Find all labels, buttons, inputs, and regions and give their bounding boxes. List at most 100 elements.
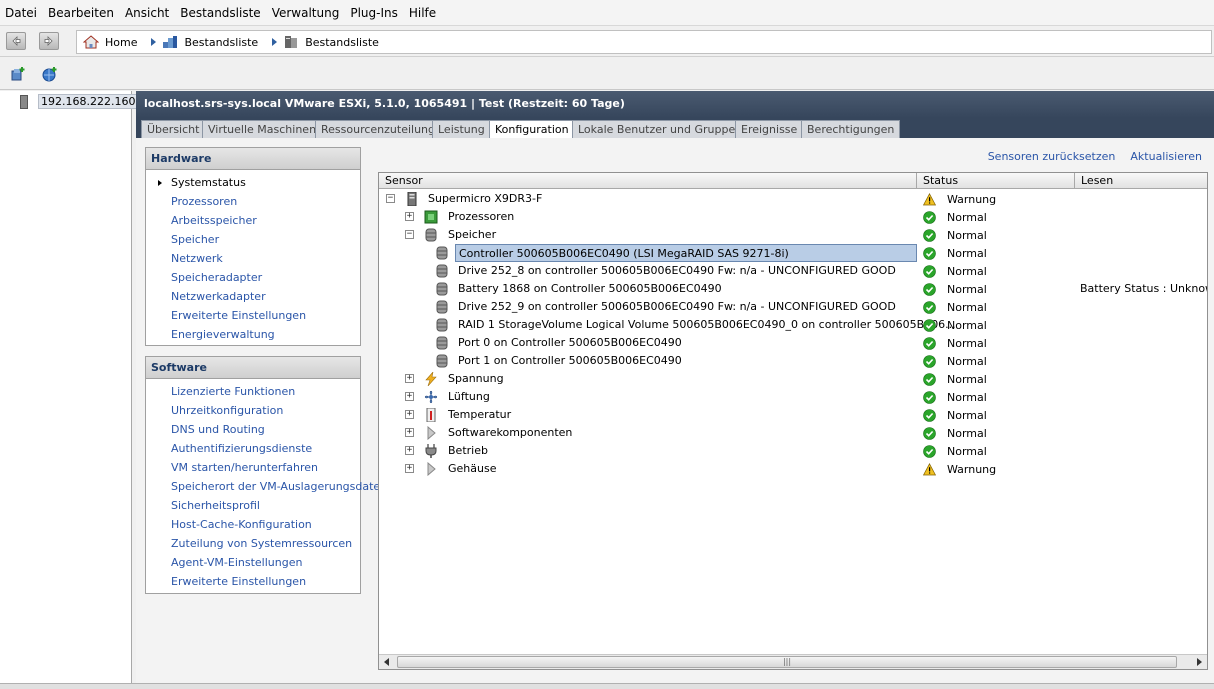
- server-icon: [405, 191, 419, 207]
- expand-icon[interactable]: +: [405, 374, 414, 383]
- expand-icon[interactable]: +: [405, 212, 414, 221]
- table-row[interactable]: Battery 1868 on Controller 500605B006EC0…: [379, 280, 1207, 298]
- tab-virtuelle-maschinen[interactable]: Virtuelle Maschinen: [202, 120, 323, 138]
- tab-konfiguration[interactable]: Konfiguration: [489, 120, 575, 139]
- sw-lizenzierte-funktionen[interactable]: Lizenzierte Funktionen: [146, 385, 360, 404]
- breadcrumb-bestandsliste-1[interactable]: Bestandsliste: [151, 35, 258, 49]
- forward-button[interactable]: [39, 32, 59, 50]
- sensor-actions: Sensoren zurücksetzen Aktualisieren: [973, 150, 1202, 163]
- menu-ansicht[interactable]: Ansicht: [124, 6, 170, 20]
- ok-check-icon: [923, 228, 936, 242]
- hw-speicheradapter[interactable]: Speicheradapter: [146, 271, 360, 290]
- table-row[interactable]: − Supermicro X9DR3-F Warnung: [379, 190, 1207, 208]
- collapse-icon[interactable]: −: [405, 230, 414, 239]
- hw-speicher[interactable]: Speicher: [146, 233, 360, 252]
- status-cell: Warnung: [922, 190, 996, 208]
- menu-hilfe[interactable]: Hilfe: [408, 6, 437, 20]
- sensor-status: Normal: [947, 354, 987, 368]
- disk-icon: [435, 246, 449, 260]
- hw-prozessoren[interactable]: Prozessoren: [146, 195, 360, 214]
- hw-arbeitsspeicher[interactable]: Arbeitsspeicher: [146, 214, 360, 233]
- menu-bestandsliste[interactable]: Bestandsliste: [179, 6, 261, 20]
- scroll-right-icon[interactable]: [1197, 658, 1202, 666]
- tab-lokale-benutzer[interactable]: Lokale Benutzer und Gruppen: [572, 120, 749, 138]
- table-row[interactable]: Port 0 on Controller 500605B006EC0490 Nor…: [379, 334, 1207, 352]
- scroll-thumb[interactable]: |||: [397, 656, 1177, 668]
- horizontal-scrollbar[interactable]: |||: [379, 654, 1207, 669]
- column-status[interactable]: Status: [917, 173, 1075, 189]
- table-row[interactable]: + Betrieb Normal: [379, 442, 1207, 460]
- tab-uebersicht[interactable]: Übersicht: [141, 120, 206, 138]
- arrow-left-icon: [12, 36, 21, 46]
- sw-speicherort-auslagerung[interactable]: Speicherort der VM-Auslagerungsdatei: [146, 480, 383, 499]
- hw-systemstatus[interactable]: Systemstatus: [146, 176, 360, 195]
- menu-verwaltung[interactable]: Verwaltung: [271, 6, 341, 20]
- tab-leistung[interactable]: Leistung: [432, 120, 491, 138]
- host-title: localhost.srs-sys.local VMware ESXi, 5.1…: [136, 91, 1214, 118]
- breadcrumb-home[interactable]: Home: [83, 35, 137, 49]
- hw-netzwerk[interactable]: Netzwerk: [146, 252, 360, 271]
- hw-energieverwaltung[interactable]: Energieverwaltung: [146, 328, 360, 347]
- table-row[interactable]: + Gehäuse Warnung: [379, 460, 1207, 478]
- table-row[interactable]: Drive 252_8 on controller 500605B006EC04…: [379, 262, 1207, 280]
- table-row[interactable]: Drive 252_9 on controller 500605B006EC04…: [379, 298, 1207, 316]
- tab-berechtigungen[interactable]: Berechtigungen: [801, 120, 901, 138]
- menu-datei[interactable]: Datei: [4, 6, 38, 20]
- column-sensor[interactable]: Sensor: [379, 173, 917, 189]
- ok-check-icon: [923, 444, 936, 458]
- inventory-host-node[interactable]: 192.168.222.160: [20, 94, 139, 109]
- ok-check-icon: [923, 372, 936, 386]
- sw-uhrzeitkonfiguration[interactable]: Uhrzeitkonfiguration: [146, 404, 360, 423]
- expand-icon[interactable]: +: [405, 446, 414, 455]
- expand-icon[interactable]: +: [405, 392, 414, 401]
- ok-check-icon: [923, 336, 936, 350]
- sw-systemressourcen[interactable]: Zuteilung von Systemressourcen: [146, 537, 360, 556]
- column-lesen[interactable]: Lesen: [1075, 173, 1207, 189]
- sw-agent-vm[interactable]: Agent-VM-Einstellungen: [146, 556, 360, 575]
- new-datacenter-icon[interactable]: [42, 66, 58, 82]
- hw-netzwerkadapter[interactable]: Netzwerkadapter: [146, 290, 360, 309]
- inventory-tree: 192.168.222.160: [0, 91, 139, 683]
- table-row[interactable]: − Speicher Normal: [379, 226, 1207, 244]
- sensor-status: Normal: [947, 318, 987, 332]
- warning-icon: [922, 462, 937, 476]
- sw-authentifizierungsdienste[interactable]: Authentifizierungsdienste: [146, 442, 360, 461]
- table-row[interactable]: + Prozessoren Normal: [379, 208, 1207, 226]
- reset-sensors-link[interactable]: Sensoren zurücksetzen: [988, 150, 1116, 163]
- sw-sicherheitsprofil[interactable]: Sicherheitsprofil: [146, 499, 360, 518]
- table-row[interactable]: + Temperatur Normal: [379, 406, 1207, 424]
- plug-icon: [424, 444, 438, 458]
- tab-ereignisse[interactable]: Ereignisse: [735, 120, 804, 138]
- expand-icon[interactable]: +: [405, 410, 414, 419]
- table-row[interactable]: + Lüftung Normal: [379, 388, 1207, 406]
- collapse-icon[interactable]: −: [386, 194, 395, 203]
- table-header: Sensor Status Lesen: [379, 173, 1207, 189]
- menu-bearbeiten[interactable]: Bearbeiten: [47, 6, 115, 20]
- tab-ressourcenzuteilung[interactable]: Ressourcenzuteilung: [315, 120, 442, 138]
- table-row[interactable]: RAID 1 StorageVolume Logical Volume 5006…: [379, 316, 1207, 334]
- table-row[interactable]: Port 1 on Controller 500605B006EC0490 Nor…: [379, 352, 1207, 370]
- breadcrumb-bestandsliste-2[interactable]: Bestandsliste: [272, 35, 379, 49]
- hw-erweiterte-einstellungen[interactable]: Erweiterte Einstellungen: [146, 309, 360, 328]
- cpu-icon: [424, 210, 438, 224]
- sensor-name: Temperatur: [448, 408, 512, 421]
- refresh-link[interactable]: Aktualisieren: [1130, 150, 1202, 163]
- status-cell: Normal: [923, 442, 987, 460]
- sw-host-cache[interactable]: Host-Cache-Konfiguration: [146, 518, 360, 537]
- server-icon: [20, 94, 28, 109]
- table-row[interactable]: + Spannung Normal: [379, 370, 1207, 388]
- ok-check-icon: [923, 426, 936, 440]
- back-button[interactable]: [6, 32, 26, 50]
- add-host-icon[interactable]: [10, 66, 26, 82]
- sw-dns-routing[interactable]: DNS und Routing: [146, 423, 360, 442]
- table-row[interactable]: Controller 500605B006EC0490 (LSI MegaRAI…: [379, 244, 1207, 262]
- status-cell: Normal: [923, 352, 987, 370]
- table-row[interactable]: + Softwarekomponenten Normal: [379, 424, 1207, 442]
- sw-erweiterte-einstellungen[interactable]: Erweiterte Einstellungen: [146, 575, 360, 594]
- sw-vm-starten[interactable]: VM starten/herunterfahren: [146, 461, 360, 480]
- menu-plugins[interactable]: Plug-Ins: [349, 6, 399, 20]
- expand-icon[interactable]: +: [405, 428, 414, 437]
- sensor-name: RAID 1 StorageVolume Logical Volume 5006…: [458, 318, 956, 331]
- scroll-left-icon[interactable]: [384, 658, 389, 666]
- expand-icon[interactable]: +: [405, 464, 414, 473]
